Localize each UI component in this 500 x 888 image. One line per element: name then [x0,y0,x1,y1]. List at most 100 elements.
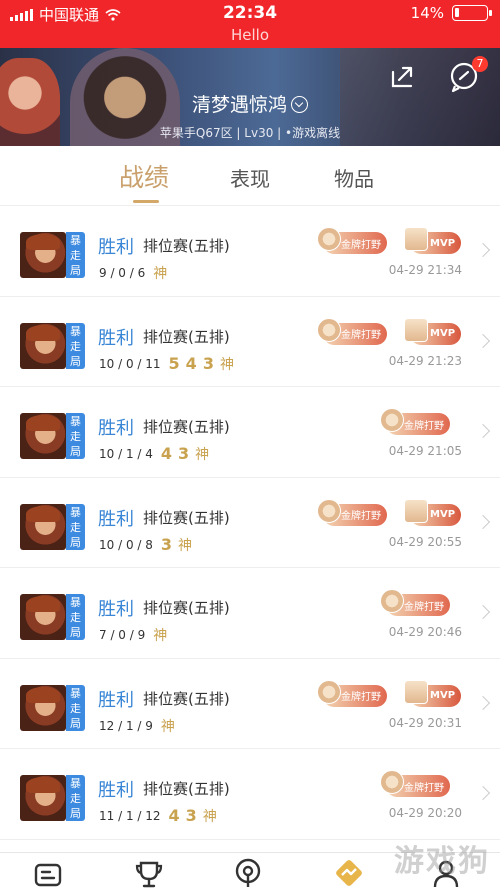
kda-line: 10 / 0 / 8 3神 [99,535,192,555]
streak-marks: 神 [153,263,167,283]
match-row[interactable]: 暴走局 胜利 排位赛(五排) 12 / 1 / 9 神 金牌打野 MVP 04-29 20:3… [0,659,500,749]
chevron-right-icon[interactable] [475,604,491,620]
match-date: 04-29 20:55 [388,534,462,549]
kda-value: 7 / 0 / 9 [99,628,146,642]
hero-avatar [20,503,66,550]
streak-mark: 神 [202,809,217,825]
streak-mark: 神 [178,537,193,554]
streak-mark: 4 [160,444,173,463]
medal-icon [317,227,341,251]
mode-label: 暴走局 [70,324,81,368]
trophy-icon[interactable] [133,857,165,888]
battery-level [455,8,459,17]
mvp-badge: MVP [404,679,462,707]
kda-value: 10 / 0 / 11 [99,356,161,371]
streak-mark: 4 [168,806,180,825]
match-type: 排位赛(五排) [143,599,230,617]
hero-avatar [20,232,66,278]
match-row[interactable]: 暴走局 胜利 排位赛(五排) 9 / 0 / 6 神 金牌打野 MVP 04-29 21:34 [0,206,500,297]
streak-mark: 神 [153,266,168,282]
gold-jungle-badge: 金牌打野 [317,227,387,254]
mode-badge: 暴走局 [66,413,85,459]
match-type: 排位赛(五排) [143,418,230,436]
medal-icon [317,679,341,704]
kda-value: 11 / 1 / 12 [99,809,161,823]
chevron-down-icon[interactable] [291,96,308,113]
streak-marks: 3神 [161,535,192,555]
card-icon[interactable] [32,857,64,888]
mode-badge: 暴走局 [66,232,85,278]
chevron-right-icon[interactable] [475,695,491,710]
medal-icon [380,408,404,432]
match-row[interactable]: 暴走局 胜利 排位赛(五排) 10 / 1 / 4 4 3 神 金牌打野 04-29 21:05 [0,387,500,478]
chevron-right-icon[interactable] [475,333,491,348]
mode-badge: 暴走局 [66,684,85,731]
gold-jungle-label: 金牌打野 [404,420,444,432]
tab-performance[interactable]: 表现 [230,163,270,192]
match-result: 胜利 [98,327,134,349]
kda-line: 10 / 0 / 11 5 4 3 神 [99,354,234,374]
status-subtitle: Hello [230,26,270,44]
hero-avatar [20,413,66,459]
match-result: 胜利 [98,599,134,620]
match-row[interactable]: 暴走局 胜利 排位赛(五排) 10 / 0 / 8 3 神 金牌打野 MVP 04-29 20:… [0,478,500,568]
medal-icon [317,498,341,523]
gold-jungle-label: 金牌打野 [404,782,444,794]
mvp-trophy-icon [404,317,428,342]
chevron-right-icon[interactable] [475,514,491,529]
gold-jungle-label: 金牌打野 [341,511,381,522]
match-date: 04-29 20:31 [388,715,462,730]
medal-icon [380,589,404,613]
streak-marks: 43神 [161,444,209,464]
streak-mark: 3 [202,353,214,373]
streak-marks: 43神 [169,806,217,826]
match-row[interactable]: 暴走局 胜利 排位赛(五排) 7 / 0 / 9 神 金牌打野 04-29 20:46 [0,568,500,659]
chevron-right-icon[interactable] [475,785,491,801]
hero-avatar [20,775,66,821]
gold-jungle-badge: 金牌打野 [380,589,450,616]
activity-icon[interactable] [333,857,365,888]
match-date: 04-29 21:34 [388,263,462,277]
streak-mark: 神 [195,447,210,463]
gold-jungle-label: 金牌打野 [404,601,444,613]
kda-value: 12 / 1 / 9 [99,718,153,733]
mode-badge: 暴走局 [66,594,85,640]
gold-jungle-badge: 金牌打野 [317,317,387,345]
chevron-right-icon[interactable] [475,423,491,439]
match-row[interactable]: 暴走局 胜利 排位赛(五排) 10 / 0 / 11 5 4 3 神 金牌打野 MVP 04-29 … [0,297,500,387]
mode-badge: 暴走局 [66,503,85,550]
watermark-logo: 游戏狗 [394,844,490,879]
match-type: 排位赛(五排) [143,780,230,798]
player-subinfo: 苹果手Q67区 | Lv30 | •游戏离线 [159,126,341,140]
streak-marks: 神 [161,716,175,736]
gold-jungle-badge: 金牌打野 [317,498,387,526]
match-row[interactable]: 暴走局 胜利 排位赛(五排) 11 / 1 / 12 4 3 神 金牌打野 04-29 20:2… [0,749,500,840]
player-nickname[interactable]: 清梦遇惊鸿 [0,90,500,117]
tab-bar: 战绩 表现 物品 [0,146,500,206]
mvp-trophy-icon [404,498,428,523]
mode-label: 暴走局 [70,596,81,639]
streak-mark: 3 [185,806,197,825]
mode-label: 暴走局 [70,777,81,820]
mode-label: 暴走局 [70,415,81,458]
kda-line: 11 / 1 / 12 4 3 神 [99,806,217,826]
nickname-text: 清梦遇惊鸿 [191,94,287,116]
chevron-right-icon[interactable] [475,242,491,258]
broadcast-icon[interactable] [232,857,264,888]
tab-record[interactable]: 战绩 [119,158,169,194]
streak-mark: 3 [160,534,173,554]
status-bar: 中国联通 22:34 14% Hello [0,0,500,48]
match-type: 排位赛(五排) [143,327,230,346]
message-badge: 7 [472,56,488,72]
match-type: 排位赛(五排) [143,689,230,708]
match-result: 胜利 [98,780,134,801]
mode-badge: 暴走局 [66,322,85,369]
match-type: 排位赛(五排) [143,508,230,527]
mvp-label: MVP [430,509,456,520]
mvp-badge: MVP [404,227,462,254]
streak-mark: 神 [153,628,168,644]
gold-jungle-label: 金牌打野 [341,239,381,251]
tab-items[interactable]: 物品 [334,163,374,192]
kda-value: 9 / 0 / 6 [99,266,146,280]
share-icon[interactable] [389,62,417,90]
